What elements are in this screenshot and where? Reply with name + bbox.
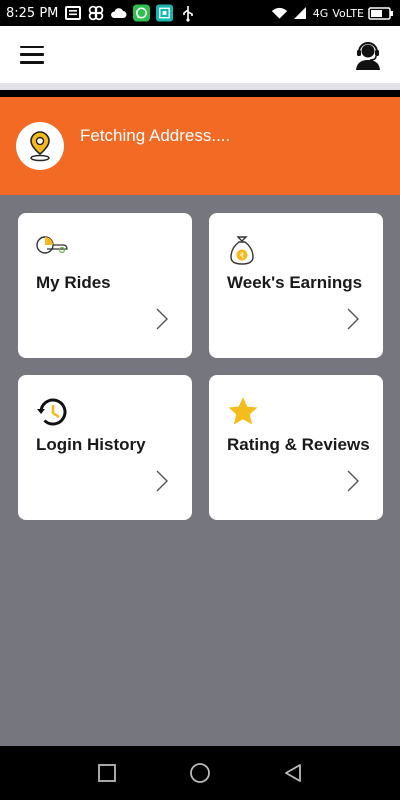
- battery-icon: [368, 5, 394, 22]
- dashboard-content: My Rides ₹ Week's Earnings Login History…: [0, 195, 400, 746]
- cloud-icon: [110, 5, 127, 22]
- location-header: Fetching Address....: [0, 97, 400, 195]
- money-bag-icon: ₹: [226, 233, 260, 267]
- recent-apps-icon[interactable]: [96, 762, 118, 784]
- pinwheel-icon: [87, 5, 104, 22]
- card-label: My Rides: [36, 273, 111, 292]
- rating-reviews-card[interactable]: Rating & Reviews: [209, 375, 383, 520]
- back-icon[interactable]: [282, 762, 304, 784]
- status-left-icons: [64, 4, 196, 22]
- message-icon: [64, 5, 81, 22]
- fetching-address-text: Fetching Address....: [80, 126, 231, 145]
- chevron-right-icon: [156, 470, 168, 492]
- whatsapp-icon: [133, 4, 151, 22]
- volte-label: VoLTE: [332, 6, 364, 20]
- weeks-earnings-card[interactable]: ₹ Week's Earnings: [209, 213, 383, 358]
- chevron-right-icon: [156, 308, 168, 330]
- svg-text:₹: ₹: [239, 252, 244, 261]
- hamburger-menu-icon[interactable]: [20, 45, 44, 64]
- status-time: 8:25 PM: [6, 5, 59, 21]
- wifi-icon: [271, 5, 288, 22]
- customer-support-icon[interactable]: [354, 40, 382, 70]
- app-bar: [0, 26, 400, 90]
- status-bar: 8:25 PM 4G VoLTE: [0, 0, 400, 26]
- status-right: 4G VoLTE: [271, 5, 394, 22]
- scanner-icon: [156, 4, 174, 22]
- history-icon: [35, 395, 69, 429]
- card-label: Login History: [36, 435, 146, 454]
- card-label: Week's Earnings: [227, 273, 363, 292]
- signal-icon: [292, 5, 309, 22]
- chevron-right-icon: [347, 470, 359, 492]
- chevron-right-icon: [347, 308, 359, 330]
- rides-icon: [35, 233, 69, 267]
- login-history-card[interactable]: Login History: [18, 375, 192, 520]
- my-rides-card[interactable]: My Rides: [18, 213, 192, 358]
- card-label: Rating & Reviews: [227, 435, 370, 454]
- home-icon[interactable]: [189, 762, 211, 784]
- network-type: 4G: [312, 6, 329, 20]
- system-nav-bar: [0, 746, 400, 800]
- location-pin-icon: [16, 122, 64, 170]
- usb-icon: [179, 5, 196, 22]
- star-icon: [226, 395, 260, 429]
